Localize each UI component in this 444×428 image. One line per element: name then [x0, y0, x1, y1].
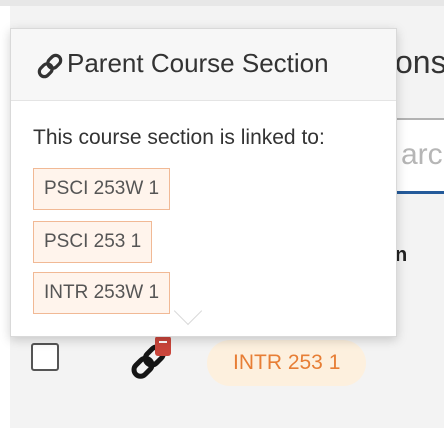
search-placeholder: arch: [401, 138, 444, 171]
popover-header: Parent Course Section: [11, 29, 396, 101]
row-select-checkbox[interactable]: [31, 343, 59, 371]
popover-title: Parent Course Section: [67, 48, 329, 78]
linked-section-tag[interactable]: INTR 253W 1: [33, 272, 171, 314]
count-badge: [155, 336, 171, 356]
linked-section-tag[interactable]: PSCI 253 1: [33, 221, 153, 263]
parent-course-popover: Parent Course Section This course sectio…: [10, 28, 397, 337]
section-badge[interactable]: INTR 253 1: [207, 340, 367, 386]
page-title-fragment: ons: [395, 44, 444, 80]
linked-section-tag[interactable]: PSCI 253W 1: [33, 168, 171, 210]
popover-description: This course section is linked to:: [33, 126, 325, 149]
link-icon: [37, 53, 63, 79]
search-input[interactable]: arch: [395, 118, 444, 194]
link-icon[interactable]: [127, 336, 175, 384]
